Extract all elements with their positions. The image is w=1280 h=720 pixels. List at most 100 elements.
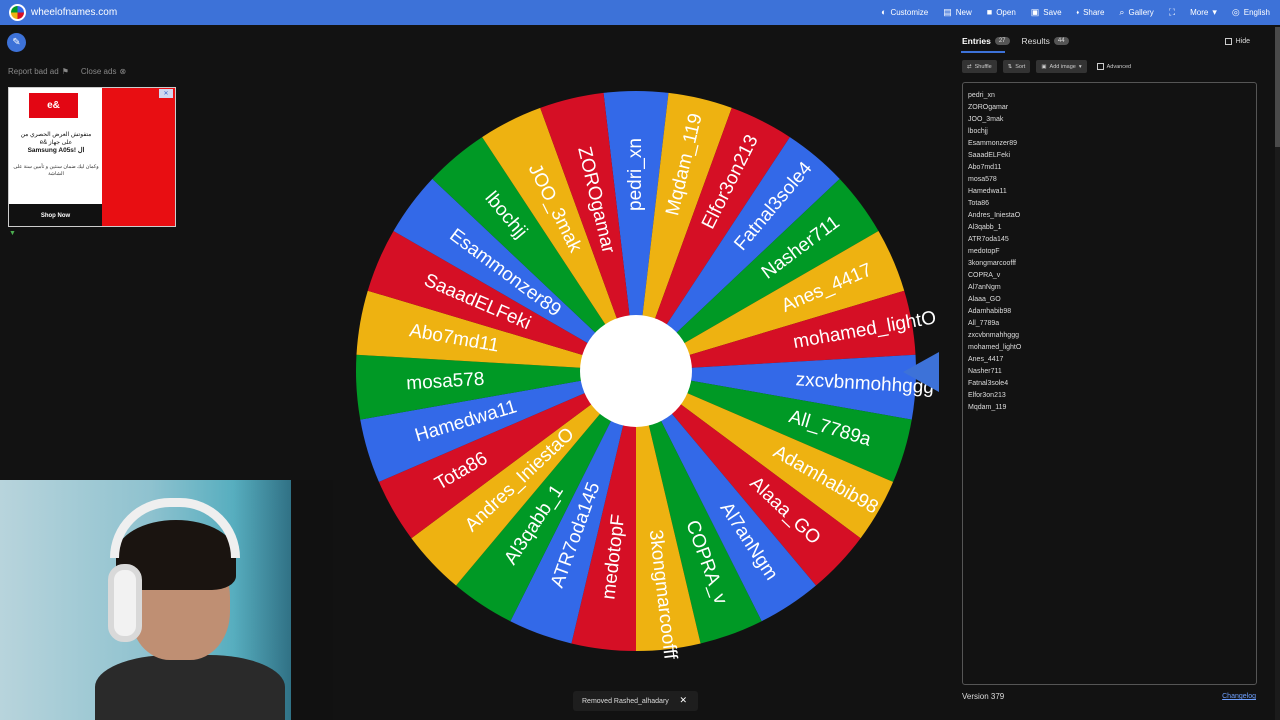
entry-line[interactable]: Anes_4417 bbox=[968, 354, 1251, 366]
site-title[interactable]: wheelofnames.com bbox=[31, 7, 117, 18]
nav-gallery[interactable]: ⌕ Gallery bbox=[1119, 7, 1153, 18]
entry-line[interactable]: Elfor3on213 bbox=[968, 390, 1251, 402]
spin-wheel[interactable]: pedri_xn Mqdam_119Elfor3on213Fatnal3sole4… bbox=[355, 90, 939, 661]
palette-icon: ◐ bbox=[881, 7, 887, 17]
changelog-link[interactable]: Changelog bbox=[1222, 693, 1256, 700]
toast-message: Removed Rashed_alhadary bbox=[582, 697, 669, 705]
add-image-button[interactable]: ▣ Add image ▾ bbox=[1036, 60, 1087, 73]
entry-line[interactable]: Fatnal3sole4 bbox=[968, 378, 1251, 390]
entry-line[interactable]: Al7anNgm bbox=[968, 282, 1251, 294]
nav-share[interactable]: ⬪ Share bbox=[1077, 8, 1105, 18]
headphone-band bbox=[110, 498, 240, 558]
advanced-toggle[interactable]: Advanced bbox=[1096, 63, 1132, 70]
wheel-logo-icon[interactable] bbox=[9, 4, 26, 21]
advanced-label: Advanced bbox=[1106, 63, 1132, 70]
ad-line-3: Samsung A05s! ال bbox=[27, 147, 85, 155]
wheel-container[interactable]: pedri_xn Mqdam_119 Elfor3on213 Fatnal3sole4… bbox=[355, 90, 939, 661]
nav-new[interactable]: ▤ New bbox=[943, 7, 972, 18]
report-ad-label: Report bad ad bbox=[8, 67, 59, 76]
chevron-down-icon: ▾ bbox=[1212, 7, 1217, 17]
entry-line[interactable]: All_7789a bbox=[968, 318, 1251, 330]
results-count-badge: 44 bbox=[1053, 37, 1069, 45]
person-body bbox=[95, 655, 285, 720]
entry-line[interactable]: Abo7md11 bbox=[968, 162, 1251, 174]
add-image-label: Add image bbox=[1049, 63, 1076, 70]
nav-save[interactable]: ▣ Save bbox=[1030, 7, 1062, 18]
nav-label: Save bbox=[1043, 8, 1062, 17]
report-ad-link[interactable]: Report bad ad ⚑ bbox=[8, 67, 69, 76]
notification-toast: Removed Rashed_alhadary ✕ bbox=[573, 691, 698, 711]
entry-line[interactable]: Al3qabb_1 bbox=[968, 222, 1251, 234]
entry-line[interactable]: 3kongmarcoofff bbox=[968, 258, 1251, 270]
tab-entries-label: Entries bbox=[962, 36, 991, 46]
entry-line[interactable]: mosa578 bbox=[968, 174, 1251, 186]
entry-line[interactable]: ATR7oda145 bbox=[968, 234, 1251, 246]
hide-label: Hide bbox=[1235, 38, 1250, 45]
ad-close-icon[interactable]: ✕ bbox=[159, 89, 173, 98]
shuffle-button[interactable]: ⇄ Shuffle bbox=[962, 60, 997, 73]
nav-more[interactable]: More ▾ bbox=[1190, 7, 1217, 18]
file-icon: ▤ bbox=[943, 7, 952, 17]
nav-label: New bbox=[955, 8, 972, 17]
sort-button[interactable]: ⇅ Sort bbox=[1002, 60, 1031, 73]
entry-line[interactable]: Alaaa_GO bbox=[968, 294, 1251, 306]
nav-label: Customize bbox=[890, 8, 929, 17]
entry-line[interactable]: Hamedwa11 bbox=[968, 186, 1251, 198]
nav-label: Open bbox=[996, 8, 1016, 17]
version-label: Version 379 bbox=[962, 692, 1005, 701]
save-icon: ▣ bbox=[1030, 7, 1040, 17]
webcam-overlay bbox=[0, 480, 333, 720]
panel-tabs: Entries 27 Results 44 bbox=[962, 36, 1069, 46]
advertisement[interactable]: e& متفوتش العرض الحصري من e& على جهاز Sa… bbox=[8, 87, 176, 227]
top-navigation-bar: wheelofnames.com ◐ Customize ▤ New ■ Open ▣… bbox=[0, 0, 1280, 25]
entry-line[interactable]: medotopF bbox=[968, 246, 1251, 258]
edit-wheel-button[interactable]: ✎ bbox=[7, 33, 26, 52]
entries-count-badge: 27 bbox=[994, 37, 1010, 45]
globe-icon: ◎ bbox=[1231, 7, 1240, 17]
entry-line[interactable]: Nasher711 bbox=[968, 366, 1251, 378]
search-icon: ⌕ bbox=[1119, 7, 1125, 17]
entry-line[interactable]: mohamed_lightO bbox=[968, 342, 1251, 354]
entry-line[interactable]: COPRA_v bbox=[968, 270, 1251, 282]
webcam-shadow bbox=[291, 480, 333, 720]
ad-headline: متفوتش العرض الحصري من e& على جهاز Samsu… bbox=[13, 131, 99, 156]
ad-shop-button[interactable]: Shop Now bbox=[9, 204, 102, 226]
entry-line[interactable]: zxcvbnmahhggg bbox=[968, 330, 1251, 342]
ad-controls: Report bad ad ⚑ Close ads ⊗ bbox=[8, 67, 126, 76]
entry-line[interactable]: JOO_3mak bbox=[968, 114, 1251, 126]
tab-results[interactable]: Results 44 bbox=[1022, 36, 1069, 46]
sort-label: Sort bbox=[1015, 63, 1026, 70]
scrollbar-thumb[interactable] bbox=[1275, 27, 1280, 147]
nav-label: English bbox=[1243, 8, 1270, 17]
close-icon[interactable]: ✕ bbox=[679, 695, 687, 706]
entry-line[interactable]: lbochjj bbox=[968, 126, 1251, 138]
sort-icon: ⇅ bbox=[1007, 63, 1013, 70]
entry-line[interactable]: Esammonzer89 bbox=[968, 138, 1251, 150]
chevron-down-icon: ▾ bbox=[1078, 63, 1082, 70]
hide-toggle[interactable]: Hide bbox=[1224, 38, 1250, 45]
entry-line[interactable]: Adamhabib98 bbox=[968, 306, 1251, 318]
entries-panel: Entries 27 Results 44 Hide ⇄ Shuffle ⇅ Sort … bbox=[953, 27, 1280, 720]
nav-language[interactable]: ◎ English bbox=[1231, 7, 1270, 18]
entries-toolbar: ⇄ Shuffle ⇅ Sort ▣ Add image ▾ Advanced bbox=[962, 60, 1131, 73]
nav-label: More bbox=[1190, 8, 1209, 17]
close-ads-label: Close ads bbox=[80, 67, 117, 76]
wheel-slice-label: pedri_xn bbox=[625, 138, 646, 211]
nav-customize[interactable]: ◐ Customize bbox=[881, 7, 929, 18]
entry-line[interactable]: SaaadELFeki bbox=[968, 150, 1251, 162]
nav-fullscreen[interactable]: ⛶ bbox=[1169, 8, 1175, 17]
tab-entries[interactable]: Entries 27 bbox=[962, 36, 1010, 46]
close-ads-link[interactable]: Close ads ⊗ bbox=[81, 67, 126, 76]
entry-line[interactable]: Tota86 bbox=[968, 198, 1251, 210]
entry-line[interactable]: ZOROgamar bbox=[968, 102, 1251, 114]
nav-open[interactable]: ■ Open bbox=[986, 7, 1016, 18]
wheel-center-hub[interactable] bbox=[580, 315, 692, 427]
entry-line[interactable]: Mqdam_119 bbox=[968, 402, 1251, 414]
headphone-cup bbox=[108, 564, 142, 642]
folder-icon: ■ bbox=[986, 7, 993, 17]
entry-line[interactable]: pedri_xn bbox=[968, 90, 1251, 102]
advanced-checkbox[interactable] bbox=[1096, 63, 1104, 70]
entry-line[interactable]: Andres_IniestaO bbox=[968, 210, 1251, 222]
hide-checkbox[interactable] bbox=[1224, 38, 1232, 45]
entries-textarea[interactable]: pedri_xn ZOROgamar JOO_3mak lbochjj Esammonz… bbox=[962, 82, 1257, 685]
